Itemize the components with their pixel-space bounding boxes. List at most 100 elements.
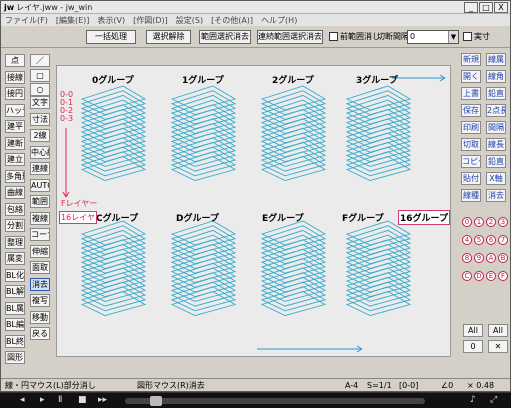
menu-help[interactable]: ヘルプ(H) — [257, 15, 301, 26]
tool-col1-6[interactable]: 建立 — [5, 153, 25, 166]
layer-button-2[interactable]: 2 — [486, 217, 496, 227]
tool-col2-11[interactable]: 消去 — [30, 277, 50, 291]
layer-button-3[interactable]: 3 — [498, 217, 508, 227]
paper-size[interactable]: A-4 — [345, 381, 358, 390]
tool-col1-5[interactable]: 建断 — [5, 136, 25, 150]
tool-col1-15[interactable]: BL属 — [5, 301, 25, 315]
deselect-button[interactable]: 選択解除 — [146, 30, 191, 44]
circle-tool-icon[interactable]: ○ — [30, 83, 50, 96]
rtool-col2-1[interactable]: 線角 — [486, 70, 506, 83]
tool-col1-11[interactable]: 整理 — [5, 235, 25, 249]
layer-button-1[interactable]: 1 — [474, 217, 484, 227]
rtool-col2-7[interactable]: X軸 — [486, 172, 506, 185]
rtool-col1-5[interactable]: 切取 — [461, 138, 481, 151]
tool-col2-5[interactable]: AUTO — [30, 178, 50, 192]
layer-zero-button[interactable]: 0 — [463, 340, 483, 353]
rtool-col1-2[interactable]: 上書 — [461, 87, 481, 100]
tool-col2-9[interactable]: 伸縮 — [30, 244, 50, 258]
tool-col2-13[interactable]: 移動 — [30, 310, 50, 324]
tool-col1-4[interactable]: 建平 — [5, 120, 25, 133]
tool-col2-6[interactable]: 範囲 — [30, 195, 50, 208]
tool-col1-0[interactable]: 点 — [5, 54, 25, 67]
menu-file[interactable]: ファイル(F) — [1, 15, 52, 26]
tool-col2-2[interactable]: 2線 — [30, 129, 50, 142]
actual-size-checkbox[interactable] — [463, 32, 472, 41]
layer-button-B[interactable]: B — [498, 253, 508, 263]
play-icon[interactable]: ▸ — [40, 395, 45, 405]
tool-col1-12[interactable]: 属変 — [5, 252, 25, 265]
rtool-col2-5[interactable]: 線長 — [486, 138, 506, 151]
tool-col1-2[interactable]: 接円 — [5, 87, 25, 100]
rect-tool-icon[interactable]: □ — [30, 69, 50, 82]
prev-icon[interactable]: ◂ — [20, 395, 25, 405]
layer-all-button-2[interactable]: All — [488, 324, 508, 337]
tool-col1-16[interactable]: BL編 — [5, 318, 25, 331]
scale-display[interactable]: S=1/1 — [367, 381, 392, 390]
tool-col2-14[interactable]: 戻る — [30, 327, 50, 340]
layer-button-8[interactable]: 8 — [462, 253, 472, 263]
menu-other[interactable]: [その他(A)] — [207, 15, 257, 26]
layer-all-button[interactable]: All — [463, 324, 483, 337]
tool-col1-10[interactable]: 分割 — [5, 219, 25, 232]
rtool-col2-0[interactable]: 線属 — [486, 53, 506, 66]
tool-col2-1[interactable]: 寸法 — [30, 112, 50, 126]
layer-button-0[interactable]: 0 — [462, 217, 472, 227]
layer-button-9[interactable]: 9 — [474, 253, 484, 263]
layer-button-A[interactable]: A — [486, 253, 496, 263]
tool-col1-8[interactable]: 曲線 — [5, 186, 25, 199]
layer-button-F[interactable]: F — [498, 271, 508, 281]
menu-view[interactable]: 表示(V) — [93, 15, 129, 26]
music-icon[interactable]: ♪ — [470, 395, 476, 405]
rtool-col1-1[interactable]: 開く — [461, 70, 481, 83]
tool-col2-12[interactable]: 複写 — [30, 294, 50, 307]
rtool-col1-4[interactable]: 印刷 — [461, 121, 481, 134]
tool-col2-8[interactable]: コーナー — [30, 228, 50, 241]
tool-col2-7[interactable]: 複線 — [30, 211, 50, 225]
tool-col1-18[interactable]: 図形 — [5, 351, 25, 364]
tool-col2-3[interactable]: 中心線 — [30, 145, 50, 159]
menu-edit[interactable]: [編集(E)] — [52, 15, 94, 26]
batch-process-button[interactable]: 一括処理 — [86, 30, 136, 44]
prev-range-checkbox[interactable] — [329, 32, 338, 41]
layer-button-C[interactable]: C — [462, 271, 472, 281]
rtool-col1-8[interactable]: 線種 — [461, 189, 481, 202]
rtool-col1-7[interactable]: 貼付 — [461, 172, 481, 185]
tool-col2-4[interactable]: 連線 — [30, 162, 50, 175]
rtool-col1-0[interactable]: 新規 — [461, 53, 481, 66]
layer-button-6[interactable]: 6 — [486, 235, 496, 245]
zoom-display[interactable]: × 0.48 — [467, 381, 494, 390]
fullscreen-icon[interactable]: ⤢ — [490, 395, 497, 405]
line-tool-icon[interactable]: ／ — [30, 54, 50, 67]
tool-col1-9[interactable]: 包絡 — [5, 202, 25, 216]
menu-settings[interactable]: 設定(S) — [172, 15, 207, 26]
seek-track[interactable] — [125, 398, 425, 404]
stop-icon[interactable]: ■ — [78, 395, 87, 405]
layer-button-5[interactable]: 5 — [474, 235, 484, 245]
tool-col1-17[interactable]: BL終 — [5, 334, 25, 348]
layer-button-7[interactable]: 7 — [498, 235, 508, 245]
menu-draw[interactable]: [作図(D)] — [129, 15, 172, 26]
layer-button-E[interactable]: E — [486, 271, 496, 281]
minimize-button[interactable]: _ — [464, 2, 478, 13]
tool-col1-14[interactable]: BL解 — [5, 285, 25, 298]
angle-display[interactable]: ∠0 — [441, 381, 453, 390]
maximize-button[interactable]: □ — [479, 2, 493, 13]
rtool-col2-6[interactable]: 鉛直 — [486, 155, 506, 168]
layer-button-D[interactable]: D — [474, 271, 484, 281]
current-layer[interactable]: [0-0] — [399, 381, 418, 390]
seek-handle[interactable] — [150, 396, 162, 406]
tool-col1-3[interactable]: ハッチ — [5, 103, 25, 117]
pause-icon[interactable]: Ⅱ — [58, 395, 62, 405]
rtool-col1-3[interactable]: 保存 — [461, 104, 481, 117]
layer-button-4[interactable]: 4 — [462, 235, 472, 245]
tool-col2-10[interactable]: 面取 — [30, 261, 50, 274]
cut-interval-select[interactable]: 0 ▼ — [407, 30, 459, 44]
tool-col1-1[interactable]: 接線 — [5, 70, 25, 84]
tool-col1-13[interactable]: BL化 — [5, 268, 25, 282]
tool-col2-0[interactable]: 文字 — [30, 96, 50, 109]
close-button[interactable]: X — [494, 2, 508, 13]
continuous-range-erase-button[interactable]: 連続範囲選択消去 — [257, 30, 323, 44]
rtool-col2-8[interactable]: 消去 — [486, 189, 506, 202]
rtool-col2-4[interactable]: 間隔 — [486, 121, 506, 134]
drawing-canvas[interactable]: 0グループ 1グループ 2グループ 3グループ Cグループ Dグループ Eグルー… — [56, 65, 451, 357]
